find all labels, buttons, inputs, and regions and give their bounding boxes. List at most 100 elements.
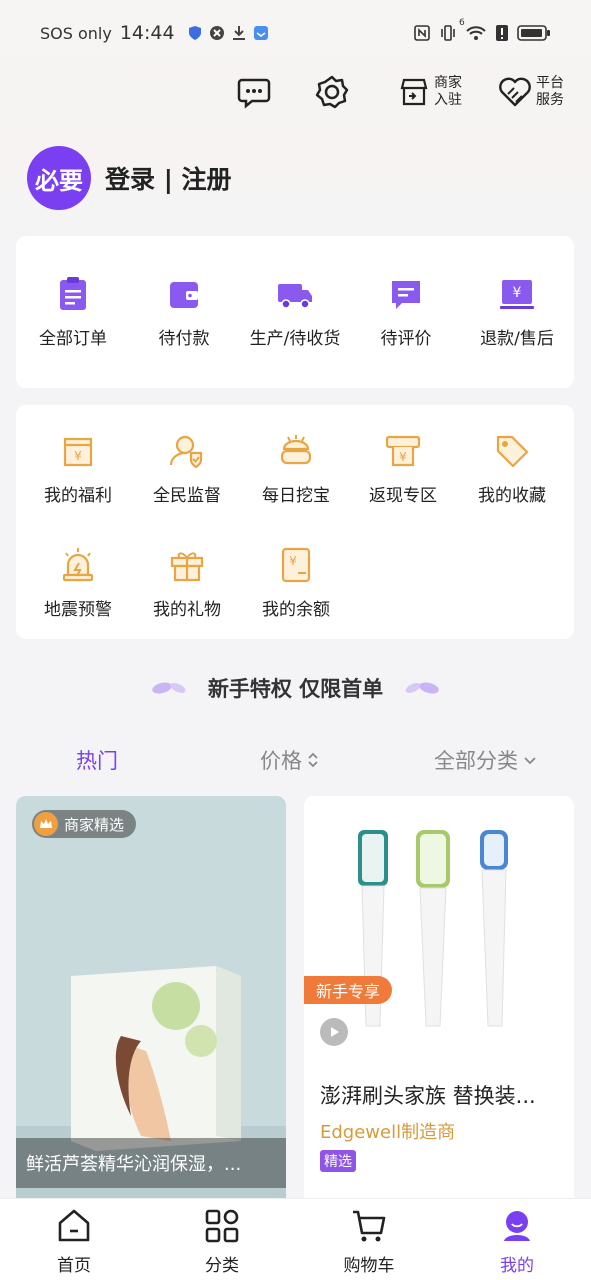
leaf-left-icon [152, 682, 186, 694]
app-notification-icon [253, 26, 268, 40]
platform-service-line1: 平台 [536, 75, 564, 91]
platform-service-button[interactable]: 平台 服务 [498, 70, 564, 114]
tab-cart-label: 购物车 [343, 1256, 395, 1276]
tools-card: ¥ 我的福利 全民监督 每日挖宝 ¥ 返现专区 我的收藏 地震预警 我的礼物 ¥… [16, 405, 574, 639]
treasure-icon [280, 435, 312, 465]
svg-text:¥: ¥ [399, 450, 407, 464]
tool-treasure-label: 每日挖宝 [262, 486, 330, 506]
download-icon [232, 26, 245, 40]
play-icon[interactable] [320, 1018, 348, 1046]
svg-text:¥: ¥ [74, 449, 82, 463]
platform-service-line2: 服务 [536, 92, 564, 108]
alarm-icon [62, 548, 94, 582]
orders-card: 全部订单 待付款 生产/待收货 待评价 ¥ 退款/售后 [16, 236, 574, 388]
filter-price-label: 价格 [260, 749, 302, 773]
nfc-icon [414, 25, 430, 41]
merchant-join-button[interactable]: 商家 入驻 [398, 70, 462, 114]
order-all[interactable]: 全部订单 [18, 274, 128, 349]
tab-category[interactable]: 分类 [172, 1207, 272, 1276]
product-1-title: 鲜活芦荟精华沁润保湿，... [16, 1138, 286, 1188]
bottom-tab-bar: 首页 分类 购物车 我的 [0, 1198, 591, 1280]
settings-button[interactable] [314, 70, 350, 114]
order-pending-review-label: 待评价 [380, 329, 432, 349]
order-refund[interactable]: ¥ 退款/售后 [462, 274, 572, 349]
tool-gifts[interactable]: 我的礼物 [132, 545, 242, 620]
svg-text:¥: ¥ [513, 285, 522, 301]
svg-text:¥: ¥ [289, 554, 297, 568]
newcomer-exclusive-tag: 新手专享 [304, 976, 393, 1004]
tab-profile-label: 我的 [500, 1256, 534, 1276]
filter-price[interactable]: 价格 [260, 740, 320, 780]
order-pending-delivery-label: 生产/待收货 [249, 329, 341, 349]
merchant-selected-label: 商家精选 [64, 815, 125, 834]
product-2-brand: Edgewell制造商 [320, 1122, 456, 1143]
tool-cashback[interactable]: ¥ 返现专区 [348, 431, 458, 506]
battery-icon [517, 25, 550, 41]
vibrate-icon [441, 25, 455, 41]
chevron-down-icon [524, 757, 536, 765]
tab-home-label: 首页 [57, 1256, 91, 1276]
cashback-icon: ¥ [385, 435, 421, 467]
tab-cart[interactable]: 购物车 [319, 1207, 419, 1276]
product-2-title: 澎湃刷头家族 替换装... [320, 1084, 536, 1108]
profile-section[interactable]: 必要 登录 | 注册 [27, 146, 232, 210]
product-card-2[interactable]: 新手专享 澎湃刷头家族 替换装... Edgewell制造商 精选 [304, 796, 574, 1216]
category-icon [205, 1209, 239, 1243]
toothbrush-heads-image [304, 796, 574, 1056]
promo-banner: 新手特权 仅限首单 [0, 668, 591, 708]
tool-balance-label: 我的余额 [262, 600, 330, 620]
filter-bar: 热门 价格 全部分类 [0, 740, 591, 780]
message-button[interactable] [236, 70, 272, 114]
welfare-icon: ¥ [63, 437, 93, 467]
tool-supervise-label: 全民监督 [153, 486, 221, 506]
alert-icon [496, 25, 508, 41]
shield-icon [188, 26, 201, 40]
tab-profile[interactable]: 我的 [467, 1207, 567, 1276]
clipboard-icon [60, 277, 86, 310]
network-generation-label: 6 [459, 18, 465, 28]
filter-category[interactable]: 全部分类 [434, 740, 538, 780]
order-refund-label: 退款/售后 [480, 329, 554, 349]
tool-gifts-label: 我的礼物 [153, 600, 221, 620]
filter-hot[interactable]: 热门 [76, 740, 118, 780]
cart-icon [353, 1210, 386, 1242]
clock: 14:44 [119, 22, 175, 44]
sos-label: SOS only [40, 23, 112, 43]
store-icon [400, 78, 428, 106]
tool-favorites-label: 我的收藏 [478, 486, 546, 506]
order-pending-payment[interactable]: 待付款 [129, 274, 239, 349]
balance-icon: ¥ [281, 547, 311, 583]
tool-welfare[interactable]: ¥ 我的福利 [23, 431, 133, 506]
avatar[interactable]: 必要 [27, 146, 91, 210]
product-2-selected-badge: 精选 [320, 1150, 356, 1172]
tool-earthquake-alert[interactable]: 地震预警 [23, 545, 133, 620]
header-toolbar: 商家 入驻 平台 服务 [0, 70, 591, 114]
tool-balance[interactable]: ¥ 我的余额 [241, 545, 351, 620]
order-pending-delivery[interactable]: 生产/待收货 [240, 274, 350, 349]
tool-treasure[interactable]: 每日挖宝 [241, 431, 351, 506]
sort-icon [308, 752, 318, 768]
tool-supervise[interactable]: 全民监督 [132, 431, 242, 506]
tool-favorites[interactable]: 我的收藏 [457, 431, 567, 506]
wifi-icon [466, 26, 486, 40]
comment-icon [392, 281, 420, 309]
product-card-1[interactable]: 商家精选 鲜活芦荟精华沁润保湿，... [16, 796, 286, 1216]
tool-cashback-label: 返现专区 [369, 486, 437, 506]
merchant-join-line2: 入驻 [434, 92, 462, 108]
gift-icon [170, 552, 204, 582]
refund-icon: ¥ [500, 280, 534, 309]
tool-welfare-label: 我的福利 [44, 486, 112, 506]
heart-handshake-icon [499, 77, 531, 107]
leaf-right-icon [405, 682, 439, 694]
login-register-link[interactable]: 登录 | 注册 [105, 160, 232, 196]
tab-home[interactable]: 首页 [24, 1207, 124, 1276]
wallet-icon [170, 282, 198, 308]
order-all-label: 全部订单 [39, 329, 107, 349]
tag-icon [496, 435, 529, 468]
crown-icon [34, 812, 58, 836]
tool-earthquake-alert-label: 地震预警 [44, 600, 112, 620]
status-bar: SOS only 14:44 6 [0, 0, 591, 66]
order-pending-review[interactable]: 待评价 [351, 274, 461, 349]
filter-category-label: 全部分类 [434, 749, 518, 773]
promo-title: 新手特权 仅限首单 [207, 677, 384, 701]
